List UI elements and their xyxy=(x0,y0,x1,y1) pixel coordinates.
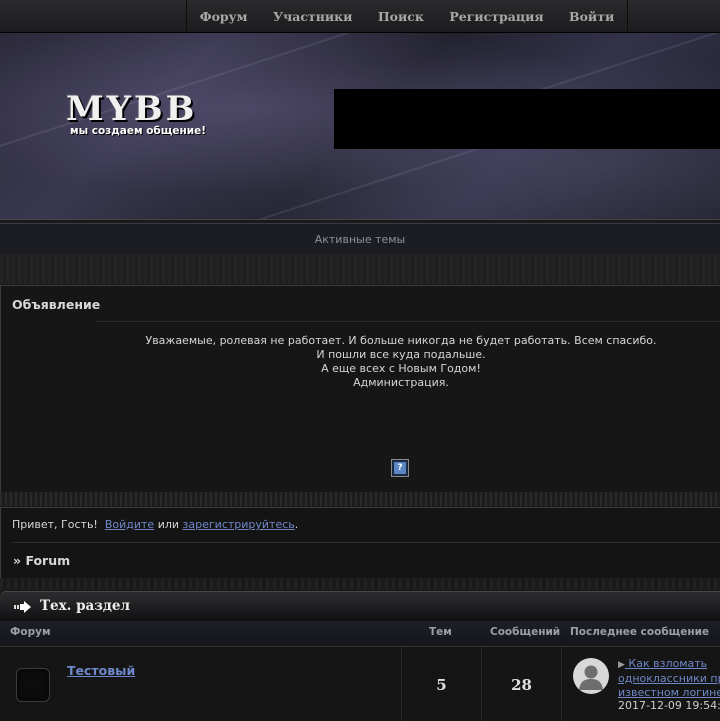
cell-divider xyxy=(561,647,562,721)
nav-register[interactable]: Регистрация xyxy=(443,9,549,24)
last-post-title-line: Как взломать xyxy=(628,657,708,670)
greeting-suffix: . xyxy=(294,518,299,531)
nav-members[interactable]: Участники xyxy=(267,9,358,24)
announcement-line: Уважаемые, ролевая не работает. И больше… xyxy=(145,334,657,347)
column-posts: Сообщений xyxy=(490,626,561,638)
announcement-line: Администрация. xyxy=(353,376,449,389)
small-arrow-icon: ▶ xyxy=(618,660,625,670)
greeting-or: или xyxy=(157,518,180,531)
register-link[interactable]: зарегистрируйтесь xyxy=(183,518,295,531)
greeting-text: Привет, Гость! xyxy=(12,518,98,531)
last-post-link[interactable]: ▶ Как взломать одноклассники пр известно… xyxy=(618,657,720,700)
login-link[interactable]: Войдите xyxy=(105,518,154,531)
column-forum: Форум xyxy=(10,626,51,638)
nav-search[interactable]: Поиск xyxy=(372,9,430,24)
greeting-divider xyxy=(12,542,720,543)
greeting-line: Привет, Гость! Войдите или зарегистрируй… xyxy=(12,518,298,531)
help-icon[interactable]: ? xyxy=(391,459,409,477)
last-post-title-line: известном логине xyxy=(618,686,720,699)
column-topics: Тем xyxy=(429,626,452,638)
announcement-box: Объявление Уважаемые, ролевая не работае… xyxy=(0,285,720,493)
announcement-divider xyxy=(96,321,720,322)
column-last-post: Последнее сообщение xyxy=(570,626,710,638)
topics-count: 5 xyxy=(436,676,447,694)
announcement-line: А еще всех с Новым Годом! xyxy=(321,362,481,375)
category-title: Тех. раздел xyxy=(40,598,130,614)
breadcrumb: » Forum xyxy=(13,553,70,568)
announcement-body: Уважаемые, ролевая не работает. И больше… xyxy=(1,334,720,390)
decorative-strip xyxy=(0,492,720,506)
forum-table-header: Форум Тем Сообщений Последнее сообщение xyxy=(0,621,720,645)
category-header: Тех. раздел xyxy=(0,591,720,622)
header-banner: MYBB мы создаем общение! xyxy=(0,33,720,220)
forum-link[interactable]: Тестовый xyxy=(67,663,135,678)
breadcrumb-arrow: » xyxy=(13,553,22,568)
logo-title: MYBB xyxy=(66,89,198,129)
question-mark-icon: ? xyxy=(394,462,406,474)
top-navigation-links: Форум Участники Поиск Регистрация Войти xyxy=(186,0,628,32)
nav-forum[interactable]: Форум xyxy=(194,9,254,24)
banner-ad-box xyxy=(334,89,720,149)
forum-row: Тестовый 5 28 ▶ Как взломать одноклассни… xyxy=(0,646,720,721)
breadcrumb-forum-link[interactable]: Forum xyxy=(25,553,70,568)
decorative-strip xyxy=(0,254,720,284)
arrow-right-icon xyxy=(14,601,31,613)
greeting-box: Привет, Гость! Войдите или зарегистрируй… xyxy=(0,507,720,579)
nav-login[interactable]: Войти xyxy=(563,9,620,24)
forum-status-icon xyxy=(16,668,50,702)
active-topics-bar: Активные темы xyxy=(0,223,720,255)
logo-subtitle: мы создаем общение! xyxy=(70,125,206,137)
decorative-strip xyxy=(0,578,720,590)
site-logo[interactable]: MYBB мы создаем общение! xyxy=(62,91,214,171)
active-topics-link[interactable]: Активные темы xyxy=(315,233,406,246)
last-post-title-line: одноклассники пр xyxy=(618,672,720,685)
last-post-date: 2017-12-09 19:54: xyxy=(618,699,720,712)
user-silhouette-icon xyxy=(579,665,603,690)
top-navigation: Форум Участники Поиск Регистрация Войти xyxy=(0,0,720,33)
announcement-line: И пошли все куда подальше. xyxy=(316,348,486,361)
announcement-title: Объявление xyxy=(12,297,101,312)
user-avatar[interactable] xyxy=(573,658,609,694)
posts-count: 28 xyxy=(511,676,532,694)
